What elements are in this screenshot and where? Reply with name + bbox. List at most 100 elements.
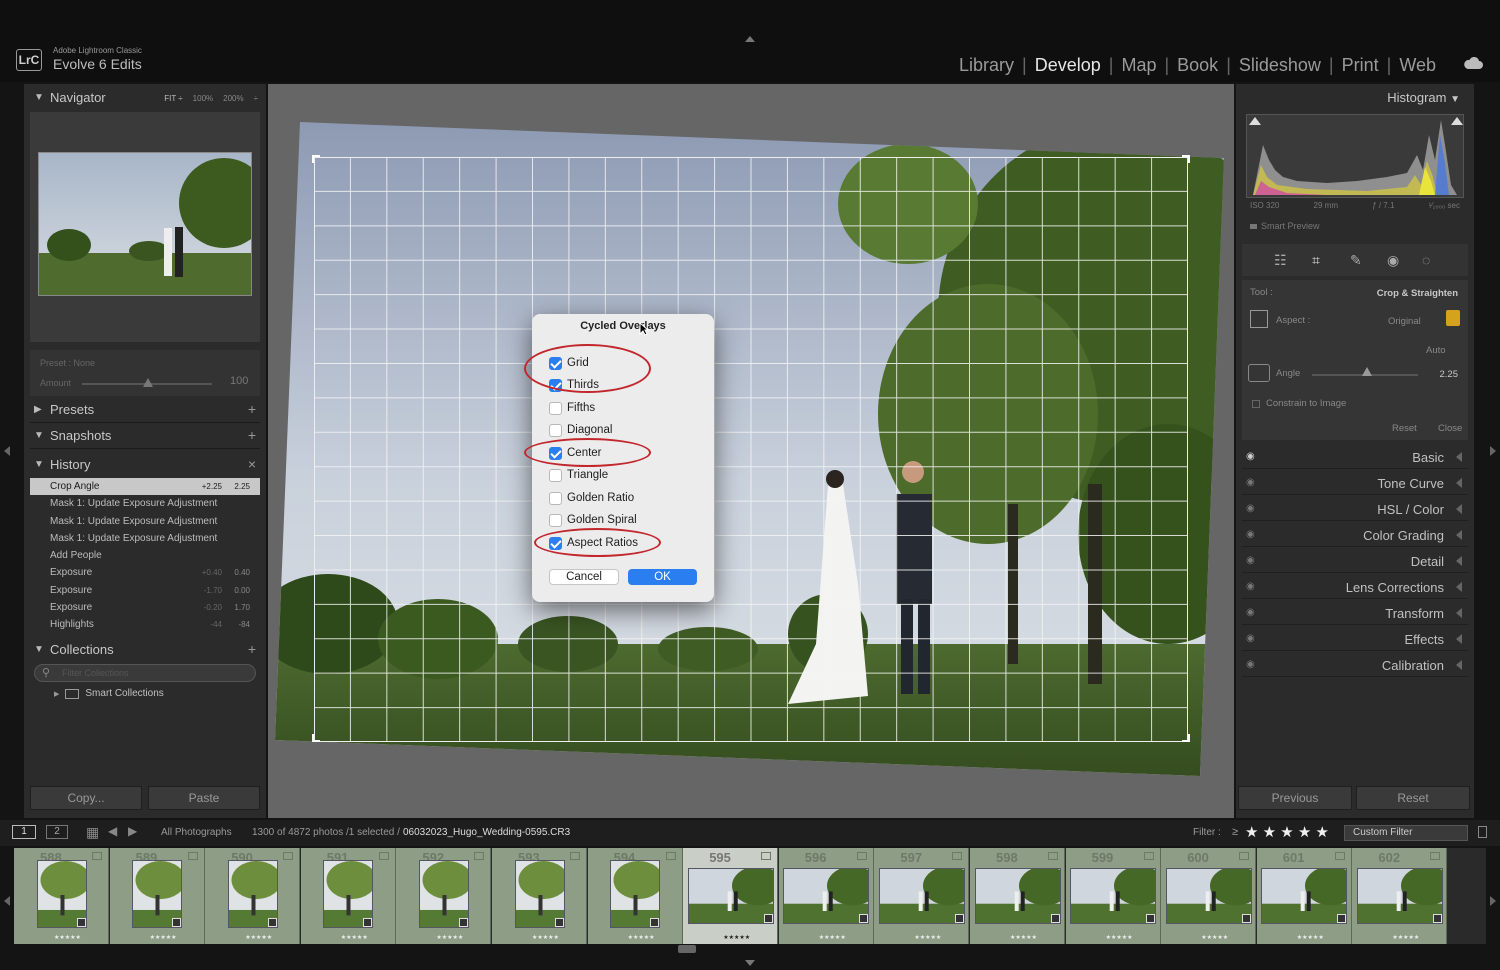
- crop-handle-top-right[interactable]: [1182, 155, 1190, 163]
- bottom-panel-toggle-icon[interactable]: [745, 960, 755, 966]
- clear-history-icon[interactable]: ×: [248, 456, 256, 472]
- red-eye-icon[interactable]: ◉: [1387, 252, 1399, 269]
- overlay-checkbox[interactable]: [549, 423, 562, 437]
- section-header[interactable]: ◉ Effects: [1242, 627, 1468, 651]
- history-item[interactable]: Mask 1: Update Exposure Adjustment: [30, 513, 260, 530]
- previous-button[interactable]: Previous: [1238, 786, 1352, 810]
- custom-filter-dropdown[interactable]: Custom Filter: [1344, 825, 1468, 841]
- zoom-200[interactable]: 200%: [223, 94, 243, 103]
- filmstrip-thumbnail[interactable]: 602 ★★★★★: [1352, 848, 1448, 944]
- flag-icon[interactable]: [761, 852, 772, 860]
- secondary-window-button[interactable]: 2: [46, 825, 68, 839]
- module-print[interactable]: Print: [1334, 55, 1387, 76]
- filter-lock-icon[interactable]: [1478, 826, 1487, 838]
- overlay-checkbox[interactable]: [549, 513, 562, 527]
- flag-icon[interactable]: [1143, 852, 1154, 860]
- crop-icon[interactable]: ⌗: [1312, 252, 1320, 269]
- eye-icon[interactable]: ◉: [1246, 607, 1255, 618]
- angle-value[interactable]: 2.25: [1440, 369, 1459, 380]
- flag-icon[interactable]: [856, 852, 867, 860]
- filmstrip-thumbnail[interactable]: 601 ★★★★★: [1256, 848, 1352, 944]
- eye-icon[interactable]: ◉: [1246, 659, 1255, 670]
- flag-icon[interactable]: [474, 852, 485, 860]
- cancel-button[interactable]: Cancel: [549, 569, 619, 585]
- histogram[interactable]: [1246, 114, 1464, 198]
- history-item[interactable]: Exposure -0.20 1.70: [30, 599, 260, 616]
- history-item[interactable]: Exposure -1.70 0.00: [30, 582, 260, 599]
- module-book[interactable]: Book: [1169, 55, 1226, 76]
- filmstrip-thumbnail[interactable]: 590 ★★★★★: [205, 848, 301, 944]
- crop-reset-button[interactable]: Reset: [1392, 423, 1417, 434]
- flag-icon[interactable]: [665, 852, 676, 860]
- filter-operator[interactable]: ≥: [1232, 826, 1238, 838]
- overlay-option[interactable]: Golden Spiral: [549, 512, 637, 528]
- source-label[interactable]: All Photographs: [161, 827, 232, 838]
- flag-icon[interactable]: [283, 852, 294, 860]
- primary-window-button[interactable]: 1: [12, 825, 36, 839]
- overlay-option[interactable]: Fifths: [549, 400, 595, 416]
- flag-icon[interactable]: [187, 852, 198, 860]
- overlay-checkbox[interactable]: [549, 491, 562, 505]
- healing-icon[interactable]: ✎: [1350, 252, 1362, 269]
- crop-frame-icon[interactable]: [1250, 310, 1268, 328]
- grid-view-icon[interactable]: ▦: [86, 824, 99, 841]
- filmstrip-thumbnail[interactable]: 592 ★★★★★: [396, 848, 492, 944]
- history-item[interactable]: Crop Angle +2.25 2.25: [30, 478, 260, 496]
- overlay-option[interactable]: Golden Ratio: [549, 490, 634, 506]
- snapshots-header[interactable]: ▼ Snapshots +: [24, 424, 266, 448]
- add-snapshot-icon[interactable]: +: [248, 427, 256, 443]
- module-develop[interactable]: Develop: [1027, 55, 1109, 76]
- filmstrip-thumbnail[interactable]: 588 ★★★★★: [14, 848, 109, 944]
- reset-button[interactable]: Reset: [1356, 786, 1470, 810]
- section-header[interactable]: ◉ Color Grading: [1242, 523, 1468, 547]
- eye-icon[interactable]: ◉: [1246, 581, 1255, 592]
- back-arrow-icon[interactable]: ◀: [108, 824, 117, 838]
- overlay-checkbox[interactable]: [549, 468, 562, 482]
- add-preset-icon[interactable]: +: [248, 401, 256, 417]
- section-header[interactable]: ◉ Transform: [1242, 601, 1468, 625]
- histogram-title[interactable]: Histogram ▼: [1387, 90, 1460, 105]
- eye-icon[interactable]: ◉: [1246, 529, 1255, 540]
- selected-filename[interactable]: 06032023_Hugo_Wedding-0595.CR3: [403, 827, 570, 838]
- collections-header[interactable]: ▼ Collections +: [24, 638, 266, 662]
- copy-button[interactable]: Copy...: [30, 786, 142, 810]
- flag-icon[interactable]: [952, 852, 963, 860]
- zoom-100[interactable]: 100%: [193, 94, 213, 103]
- filmstrip-thumbnail[interactable]: 591 ★★★★★: [300, 848, 396, 944]
- navigator-header[interactable]: ▼ Navigator FIT ÷ 100% 200% ÷: [24, 86, 266, 110]
- filmstrip-thumbnail[interactable]: 598 ★★★★★: [970, 848, 1065, 944]
- eye-icon[interactable]: ◉: [1246, 477, 1255, 488]
- paste-button[interactable]: Paste: [148, 786, 260, 810]
- photo-canvas[interactable]: [268, 84, 1234, 818]
- module-web[interactable]: Web: [1391, 55, 1444, 76]
- left-panel-toggle-icon[interactable]: [4, 446, 10, 456]
- filmstrip-scrollbar-thumb[interactable]: [678, 945, 696, 953]
- filmstrip-thumbnail[interactable]: 593 ★★★★★: [492, 848, 587, 944]
- aspect-dropdown[interactable]: Original: [1388, 316, 1421, 327]
- filter-stars[interactable]: ★ ★ ★ ★ ★: [1245, 823, 1329, 841]
- flag-icon[interactable]: [570, 852, 580, 860]
- history-item[interactable]: Highlights -44 -84: [30, 616, 260, 633]
- top-panel-toggle-icon[interactable]: [745, 36, 755, 42]
- filmstrip-thumbnail[interactable]: 589 ★★★★★: [109, 848, 205, 944]
- overlay-checkbox[interactable]: [549, 401, 562, 415]
- eye-icon[interactable]: ◉: [1246, 451, 1255, 462]
- eye-icon[interactable]: ◉: [1246, 503, 1255, 514]
- edit-sliders-icon[interactable]: ☷: [1274, 252, 1287, 269]
- section-header[interactable]: ◉ Tone Curve: [1242, 471, 1468, 495]
- filmstrip-thumbnail[interactable]: 594 ★★★★★: [587, 848, 683, 944]
- overlay-option[interactable]: Triangle: [549, 467, 608, 483]
- ok-button[interactable]: OK: [628, 569, 697, 585]
- section-header[interactable]: ◉ Calibration: [1242, 653, 1468, 677]
- section-header[interactable]: ◉ Basic: [1242, 445, 1468, 469]
- flag-icon[interactable]: [1334, 852, 1345, 860]
- filmstrip-thumbnail[interactable]: 595 ★★★★★: [683, 848, 779, 944]
- section-header[interactable]: ◉ Lens Corrections: [1242, 575, 1468, 599]
- flag-icon[interactable]: [92, 852, 102, 860]
- section-header[interactable]: ◉ HSL / Color: [1242, 497, 1468, 521]
- add-collection-icon[interactable]: +: [248, 641, 256, 657]
- cloud-icon[interactable]: [1463, 56, 1483, 70]
- flag-icon[interactable]: [1430, 852, 1441, 860]
- masking-icon[interactable]: ◌: [1422, 252, 1430, 268]
- right-panel-toggle-icon[interactable]: [1490, 446, 1496, 456]
